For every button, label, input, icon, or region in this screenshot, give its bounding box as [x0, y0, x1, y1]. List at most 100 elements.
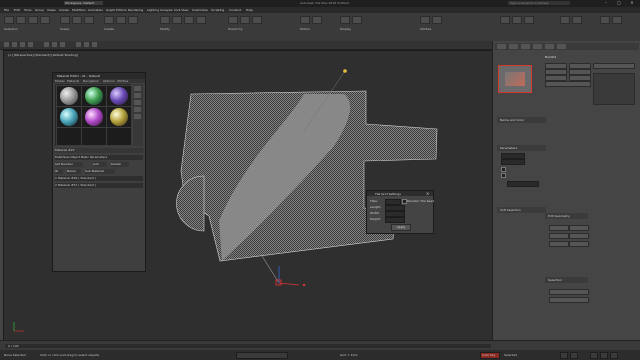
material-editor-window[interactable]: Material Editor - 01 - Default Modes Mat…	[52, 72, 146, 272]
menu-scripting[interactable]: Scripting	[211, 8, 224, 12]
tool-icon-1[interactable]	[4, 42, 9, 47]
geom-button-2[interactable]	[569, 225, 589, 231]
scale-button[interactable]	[128, 16, 138, 24]
menu-tools[interactable]: Tools	[24, 8, 31, 12]
sample-slot-2[interactable]	[81, 85, 107, 107]
tool-b-button[interactable]	[512, 16, 522, 24]
tab-modify[interactable]	[509, 44, 518, 49]
tab-motion[interactable]	[533, 44, 542, 49]
sub-material-row-1[interactable]: 1 Material #26 ( Standard )	[55, 176, 143, 181]
tab-hierarchy[interactable]	[521, 44, 530, 49]
render-frame-button[interactable]	[432, 16, 442, 24]
params-header[interactable]: Multi/Sub-Object Basic Parameters	[55, 155, 143, 160]
workspace-selector[interactable]: Workspace: Default	[64, 1, 103, 5]
time-slider[interactable]	[5, 344, 491, 348]
param-check-1[interactable]	[501, 167, 506, 172]
material-editor-button[interactable]	[228, 16, 238, 24]
param-field-2[interactable]	[501, 159, 525, 165]
side-tool-1[interactable]	[134, 86, 141, 91]
menu-lighting-analysis[interactable]: Lighting Analysis	[147, 8, 172, 12]
tab-display[interactable]	[545, 44, 554, 49]
sample-slot-1[interactable]	[56, 85, 82, 107]
rollout-name-color[interactable]: Name and Color	[497, 117, 546, 123]
menu-rendering[interactable]: Rendering	[128, 8, 143, 12]
modifier-list[interactable]	[593, 63, 635, 69]
sample-slot-4[interactable]	[56, 106, 82, 128]
cmd-button-7[interactable]	[545, 81, 591, 87]
menu-edit[interactable]: Edit	[14, 8, 20, 12]
menu-views[interactable]: Views	[47, 8, 56, 12]
tool-c-button[interactable]	[524, 16, 534, 24]
me-menu-utilities[interactable]: Utilities	[117, 79, 128, 83]
sample-slot-5[interactable]	[81, 106, 107, 128]
maximize-button[interactable]: □	[613, 0, 625, 6]
tool-a-button[interactable]	[500, 16, 510, 24]
side-tool-5[interactable]	[134, 114, 141, 119]
undo-button[interactable]	[4, 16, 14, 24]
tool-icon-3[interactable]	[20, 42, 25, 47]
menu-civil-view[interactable]: Civil View	[174, 8, 188, 12]
gizmo-target-bottom[interactable]	[302, 283, 306, 287]
menu-create[interactable]: Create	[59, 8, 69, 12]
delete-button[interactable]: Delete	[111, 162, 129, 167]
material-name-field[interactable]: Material #25	[55, 148, 143, 153]
tool-d-button[interactable]	[560, 16, 570, 24]
geom-button-3[interactable]	[549, 233, 569, 239]
geom-button-5[interactable]	[549, 241, 569, 247]
tool-icon-6[interactable]	[52, 42, 57, 47]
menu-file[interactable]: File	[4, 8, 9, 12]
sample-slot-7[interactable]	[56, 127, 82, 146]
schematic-view-button[interactable]	[340, 16, 350, 24]
select-by-name-button[interactable]	[72, 16, 82, 24]
tool-icon-8[interactable]	[76, 42, 81, 47]
move-button[interactable]	[104, 16, 114, 24]
me-menu-material[interactable]: Material	[67, 79, 79, 83]
snap-button[interactable]	[160, 16, 170, 24]
zoom-button[interactable]	[590, 352, 598, 359]
tool-icon-9[interactable]	[84, 42, 89, 47]
search-input[interactable]: Type a keyword or phrase	[508, 1, 570, 5]
render-button[interactable]	[252, 16, 262, 24]
menu-modifiers[interactable]: Modifiers	[72, 8, 86, 12]
dialog-titlebar[interactable]: Tile Grid Settings	[367, 191, 433, 196]
tool-icon-10[interactable]	[92, 42, 97, 47]
select-button[interactable]	[60, 16, 70, 24]
orbit-button[interactable]	[610, 352, 618, 359]
link-button[interactable]	[28, 16, 38, 24]
dialog-height-field[interactable]	[385, 217, 405, 223]
side-tool-3[interactable]	[134, 100, 141, 105]
me-menu-modes[interactable]: Modes	[55, 79, 65, 83]
tool-icon-2[interactable]	[12, 42, 17, 47]
rect-select-button[interactable]	[84, 16, 94, 24]
menu-group[interactable]: Group	[35, 8, 44, 12]
angle-snap-button[interactable]	[172, 16, 182, 24]
minimize-button[interactable]: –	[600, 0, 612, 6]
geom-button-4[interactable]	[569, 233, 589, 239]
set-number-button[interactable]: Set Number	[55, 162, 83, 167]
menu-help[interactable]: Help	[246, 8, 253, 12]
selection-button-1[interactable]	[549, 289, 589, 295]
rollout-parameters[interactable]: Parameters	[497, 145, 546, 151]
geom-button-1[interactable]	[549, 225, 569, 231]
settings-dialog[interactable]: Tile Grid Settings × Tiles: Random Tile …	[366, 190, 434, 234]
sub-material-row-2[interactable]: 2 Material #27 ( Standard )	[55, 183, 143, 188]
play-button[interactable]	[560, 352, 568, 359]
redo-button[interactable]	[16, 16, 26, 24]
sample-slot-3[interactable]	[106, 85, 132, 107]
add-button[interactable]: Add	[93, 162, 107, 167]
rotate-button[interactable]	[116, 16, 126, 24]
menu-animation[interactable]: Animation	[88, 8, 103, 12]
dialog-close-button[interactable]: ×	[426, 191, 429, 196]
render-setup-button[interactable]	[240, 16, 250, 24]
gizmo-target-top[interactable]	[343, 69, 347, 73]
curve-editor-button[interactable]	[352, 16, 362, 24]
tool-icon-4[interactable]	[28, 42, 33, 47]
selection-button-2[interactable]	[549, 297, 589, 303]
tool-f-button[interactable]	[600, 16, 610, 24]
rollout-selection[interactable]: Selection	[545, 277, 588, 283]
me-menu-navigation[interactable]: Navigation	[83, 79, 99, 83]
tab-utilities[interactable]	[557, 44, 566, 49]
menu-content[interactable]: Content	[229, 8, 241, 12]
tool-e-button[interactable]	[572, 16, 582, 24]
tool-icon-5[interactable]	[44, 42, 49, 47]
